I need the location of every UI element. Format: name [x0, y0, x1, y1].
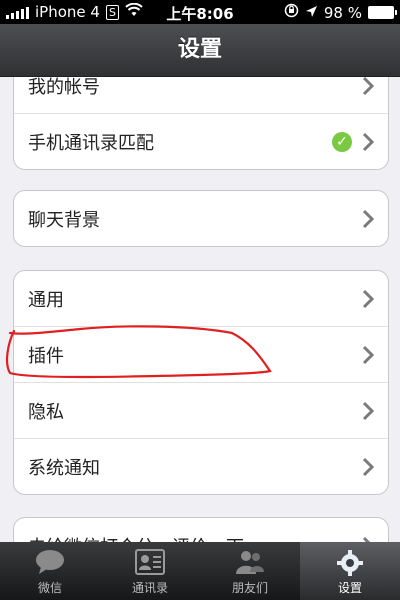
- row-label: 聊天背景: [28, 209, 100, 231]
- row-chat-background[interactable]: 聊天背景: [14, 191, 388, 246]
- chevron-right-icon: [362, 345, 374, 364]
- settings-group-account: 我的帐号 手机通讯录匹配 ✓: [13, 77, 389, 170]
- row-system-notifications[interactable]: 系统通知: [14, 439, 388, 494]
- tab-label: 设置: [337, 581, 362, 595]
- gear-icon: [337, 550, 363, 576]
- tab-contacts[interactable]: 通讯录: [100, 542, 200, 600]
- row-label: 隐私: [28, 401, 64, 423]
- chevron-right-icon: [362, 457, 374, 476]
- tab-settings[interactable]: 设置: [300, 542, 400, 600]
- check-icon: ✓: [332, 131, 352, 152]
- chevron-right-icon: [362, 77, 374, 95]
- chevron-right-icon: [362, 289, 374, 308]
- chevron-right-icon: [362, 401, 374, 420]
- row-label: 手机通讯录匹配: [28, 132, 154, 154]
- tab-label: 通讯录: [131, 581, 168, 595]
- row-my-account[interactable]: 我的帐号: [14, 77, 388, 114]
- settings-group-general: 通用 插件 隐私 系统通知: [13, 270, 389, 495]
- status-right: 98 %: [284, 3, 397, 22]
- row-plugins[interactable]: 插件: [14, 327, 388, 383]
- settings-group-rate: 去给微信打个分，评价一下: [13, 517, 389, 542]
- battery-fill: [369, 7, 393, 18]
- tab-bar: 微信 通讯录 朋友们 设置: [0, 542, 400, 600]
- tab-friends[interactable]: 朋友们: [200, 542, 300, 600]
- settings-list[interactable]: 我的帐号 手机通讯录匹配 ✓ 聊天背景 通用 插件 隐私 系统通知: [0, 77, 400, 542]
- chevron-right-icon: [362, 132, 374, 151]
- tab-wechat[interactable]: 微信: [0, 542, 100, 600]
- row-label: 系统通知: [28, 457, 100, 479]
- friends-icon: [236, 551, 264, 574]
- location-arrow-icon: [305, 4, 318, 22]
- rotation-lock-icon: [284, 3, 299, 22]
- row-general[interactable]: 通用: [14, 271, 388, 327]
- row-label: 通用: [28, 289, 64, 311]
- tab-label: 朋友们: [231, 581, 268, 595]
- nav-bar: 设置: [0, 24, 400, 77]
- row-rate-app[interactable]: 去给微信打个分，评价一下: [14, 518, 388, 542]
- contacts-icon: [135, 549, 165, 575]
- tab-label: 微信: [37, 581, 62, 595]
- battery-icon: [368, 6, 397, 19]
- row-contacts-match[interactable]: 手机通讯录匹配 ✓: [14, 114, 388, 169]
- row-privacy[interactable]: 隐私: [14, 383, 388, 439]
- settings-group-chat: 聊天背景: [13, 190, 389, 247]
- status-bar: iPhone 4 S 上午8:06 98 %: [0, 0, 400, 24]
- chevron-right-icon: [362, 209, 374, 228]
- battery-percent: 98 %: [323, 3, 362, 22]
- page-title: 设置: [177, 37, 222, 62]
- chat-bubble-icon: [36, 550, 64, 574]
- row-label: 我的帐号: [28, 77, 100, 98]
- row-label: 插件: [28, 345, 64, 367]
- row-label: 去给微信打个分，评价一下: [28, 533, 362, 543]
